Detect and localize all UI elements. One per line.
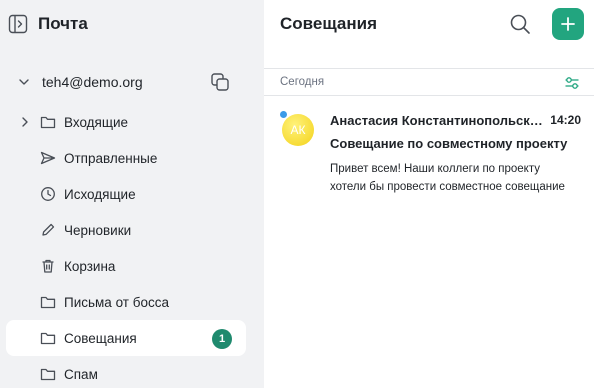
account-row[interactable]: teh4@demo.org [0,68,264,96]
sidebar: Почта teh4@demo.org Входящие Отправленны… [0,0,264,388]
folder-icon [40,330,56,346]
folder-label: Черновики [64,222,132,238]
folder-list: Входящие Отправленные Исходящие Черновик… [0,104,264,388]
folder-drafts[interactable]: Черновики [6,212,246,248]
folder-label: Исходящие [64,186,136,202]
clock-icon [40,186,56,202]
mail-app: Почта teh4@demo.org Входящие Отправленны… [0,0,594,388]
folder-boss-letters[interactable]: Письма от босса [6,284,246,320]
chevron-down-icon[interactable] [18,76,30,88]
pencil-icon [40,222,56,238]
message-preview-line: Привет всем! Наши коллеги по проекту [330,163,540,175]
trash-icon [40,258,56,274]
folder-icon [40,114,56,130]
folder-label: Корзина [64,258,116,274]
folder-icon [40,366,56,382]
message-time: 14:20 [550,113,581,127]
folder-label: Совещания [64,330,137,346]
sidebar-title: Почта [38,14,88,33]
date-section-header: Сегодня [264,68,594,96]
compose-button[interactable] [552,8,584,40]
folder-sent[interactable]: Отправленные [6,140,246,176]
folder-label: Письма от босса [64,294,169,310]
folder-label: Входящие [64,114,129,130]
filter-icon[interactable] [564,75,580,91]
message-sender: Анастасия Константинопольская [330,113,544,128]
paper-plane-icon [40,150,56,166]
message-item[interactable]: АК Анастасия Константинопольская 14:20 С… [264,97,594,197]
page-title: Совещания [280,14,377,33]
search-icon[interactable] [508,12,532,36]
avatar: АК [282,114,314,146]
folder-spam[interactable]: Спам [6,356,246,388]
folder-label: Отправленные [64,150,158,166]
section-label: Сегодня [280,76,325,88]
message-preview: Привет всем! Наши коллеги по проекту хот… [330,160,584,196]
sidebar-header: Почта [0,0,264,48]
copy-icon[interactable] [210,72,230,92]
message-list-pane: Совещания Сегодня АК Анастасия Константи… [264,0,594,388]
folder-outbox[interactable]: Исходящие [6,176,246,212]
folder-trash[interactable]: Корзина [6,248,246,284]
main-header: Совещания [264,0,594,48]
unread-count-badge: 1 [212,329,232,349]
folder-inbox[interactable]: Входящие [6,104,246,140]
folder-label: Спам [64,366,98,382]
folder-meetings[interactable]: Совещания 1 [6,320,246,356]
unread-indicator [279,110,288,119]
sidebar-toggle-icon[interactable] [8,14,28,34]
plus-icon [561,17,575,31]
account-email: teh4@demo.org [42,74,143,90]
message-preview-line: хотели бы провести совместное совещание [330,181,565,193]
message-subject: Совещание по совместному проекту [330,136,568,151]
chevron-right-icon[interactable] [20,115,30,129]
folder-icon [40,294,56,310]
